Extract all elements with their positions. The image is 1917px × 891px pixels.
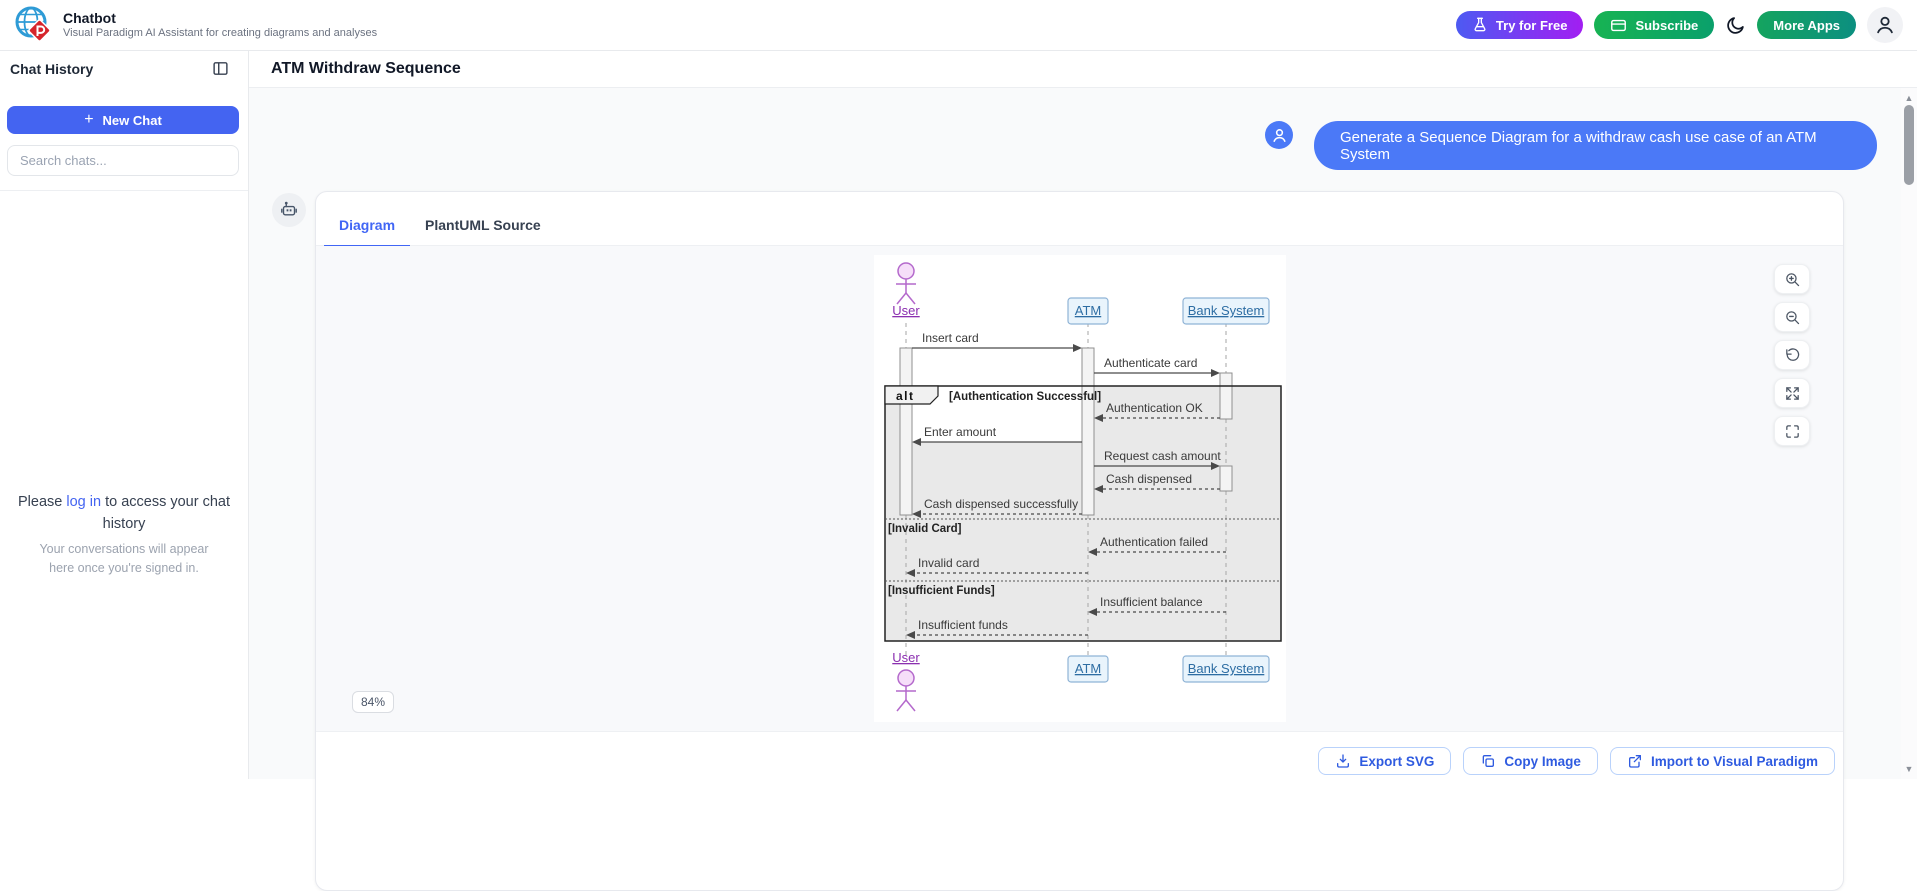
chat-history-sidebar: Chat History + New Chat Please log in to… xyxy=(0,51,249,779)
svg-text:[Authentication Successful]: [Authentication Successful] xyxy=(949,391,1101,403)
svg-text:Insufficient funds: Insufficient funds xyxy=(918,618,1008,632)
zoom-level-badge: 84% xyxy=(352,691,394,713)
bot-message-avatar xyxy=(272,193,306,227)
svg-text:Authenticate card: Authenticate card xyxy=(1104,356,1197,370)
svg-text:[Insufficient Funds]: [Insufficient Funds] xyxy=(888,585,995,597)
flask-icon xyxy=(1472,17,1488,33)
tab-plantuml-source[interactable]: PlantUML Source xyxy=(410,217,556,245)
main-area: ATM Withdraw Sequence Generate a Sequenc… xyxy=(249,51,1917,779)
user-message-avatar xyxy=(1265,121,1293,149)
diagram-canvas[interactable]: Insert card Authenticate card Authenticati… xyxy=(316,246,1843,732)
vertical-scrollbar: ▲ ▼ xyxy=(1901,88,1917,779)
svg-text:alt: alt xyxy=(896,389,915,403)
subscribe-button[interactable]: Subscribe xyxy=(1594,11,1714,39)
user-message-bubble: Generate a Sequence Diagram for a withdr… xyxy=(1314,121,1877,170)
copy-icon xyxy=(1480,753,1496,769)
download-icon xyxy=(1335,753,1351,769)
svg-text:ATM: ATM xyxy=(1075,303,1101,318)
plus-icon: + xyxy=(84,112,93,128)
svg-text:ATM: ATM xyxy=(1075,661,1101,676)
scrollbar-up-arrow[interactable]: ▲ xyxy=(1901,93,1917,103)
diagram-result-card: Diagram PlantUML Source Insert card Authe… xyxy=(315,191,1844,891)
search-chats-input[interactable] xyxy=(7,145,239,176)
svg-text:Invalid card: Invalid card xyxy=(918,556,979,570)
account-button[interactable] xyxy=(1867,7,1903,43)
chat-content: Generate a Sequence Diagram for a withdr… xyxy=(249,88,1901,779)
import-to-visual-paradigm-button[interactable]: Import to Visual Paradigm xyxy=(1610,747,1835,775)
person-icon xyxy=(1271,127,1288,144)
app-header: Chatbot Visual Paradigm AI Assistant for… xyxy=(0,0,1917,51)
svg-text:Bank System: Bank System xyxy=(1188,661,1265,676)
svg-text:Cash dispensed successfully: Cash dispensed successfully xyxy=(924,497,1078,511)
svg-text:Insufficient balance: Insufficient balance xyxy=(1100,595,1203,609)
expand-arrows-icon xyxy=(1784,385,1801,402)
fullscreen-button[interactable] xyxy=(1774,416,1810,446)
scrollbar-down-arrow[interactable]: ▼ xyxy=(1901,764,1917,774)
copy-image-button[interactable]: Copy Image xyxy=(1463,747,1598,775)
tab-diagram[interactable]: Diagram xyxy=(324,217,410,247)
svg-text:Request cash amount: Request cash amount xyxy=(1104,449,1221,463)
sidebar-divider xyxy=(0,190,248,191)
tab-bar: Diagram PlantUML Source xyxy=(316,192,1843,246)
app-subtitle: Visual Paradigm AI Assistant for creatin… xyxy=(63,27,377,40)
svg-text:User: User xyxy=(892,303,920,318)
person-icon xyxy=(1874,14,1896,36)
fit-to-screen-button[interactable] xyxy=(1774,378,1810,408)
robot-icon xyxy=(278,199,300,221)
log-in-link[interactable]: log in xyxy=(66,494,101,510)
external-link-icon xyxy=(1627,753,1643,769)
svg-text:Bank System: Bank System xyxy=(1188,303,1265,318)
sequence-diagram: Insert card Authenticate card Authenticati… xyxy=(874,255,1286,722)
panel-left-icon xyxy=(212,60,229,77)
moon-icon xyxy=(1725,15,1746,36)
zoom-out-icon xyxy=(1784,309,1801,326)
zoom-in-icon xyxy=(1784,271,1801,288)
zoom-controls xyxy=(1774,264,1810,446)
app-title: Chatbot xyxy=(63,10,377,27)
fullscreen-brackets-icon xyxy=(1784,423,1801,440)
svg-text:Insert card: Insert card xyxy=(922,331,979,345)
export-svg-button[interactable]: Export SVG xyxy=(1318,747,1451,775)
sidebar-collapse-button[interactable] xyxy=(212,60,229,77)
svg-text:Authentication failed: Authentication failed xyxy=(1100,535,1208,549)
zoom-reset-button[interactable] xyxy=(1774,340,1810,370)
scrollbar-thumb[interactable] xyxy=(1904,105,1914,185)
sidebar-title: Chat History xyxy=(10,61,93,77)
rotate-reset-icon xyxy=(1784,347,1801,364)
dark-mode-toggle[interactable] xyxy=(1725,15,1746,36)
zoom-in-button[interactable] xyxy=(1774,264,1810,294)
svg-text:Cash dispensed: Cash dispensed xyxy=(1106,472,1192,486)
svg-text:Enter amount: Enter amount xyxy=(924,425,997,439)
visual-paradigm-logo-icon xyxy=(14,5,54,45)
credit-card-icon xyxy=(1610,17,1627,34)
login-subtext: Your conversations will appear here once… xyxy=(29,540,219,578)
diagram-actions: Export SVG Copy Image xyxy=(316,732,1843,780)
svg-text:User: User xyxy=(892,650,920,665)
zoom-out-button[interactable] xyxy=(1774,302,1810,332)
svg-text:[Invalid Card]: [Invalid Card] xyxy=(888,523,962,535)
new-chat-button[interactable]: + New Chat xyxy=(7,106,239,134)
page-title: ATM Withdraw Sequence xyxy=(271,60,461,78)
svg-text:Authentication OK: Authentication OK xyxy=(1106,401,1203,415)
page-title-row: ATM Withdraw Sequence xyxy=(249,51,1917,88)
more-apps-button[interactable]: More Apps xyxy=(1757,11,1856,39)
try-for-free-button[interactable]: Try for Free xyxy=(1456,11,1584,39)
login-prompt: Please log in to access your chat histor… xyxy=(14,491,234,578)
